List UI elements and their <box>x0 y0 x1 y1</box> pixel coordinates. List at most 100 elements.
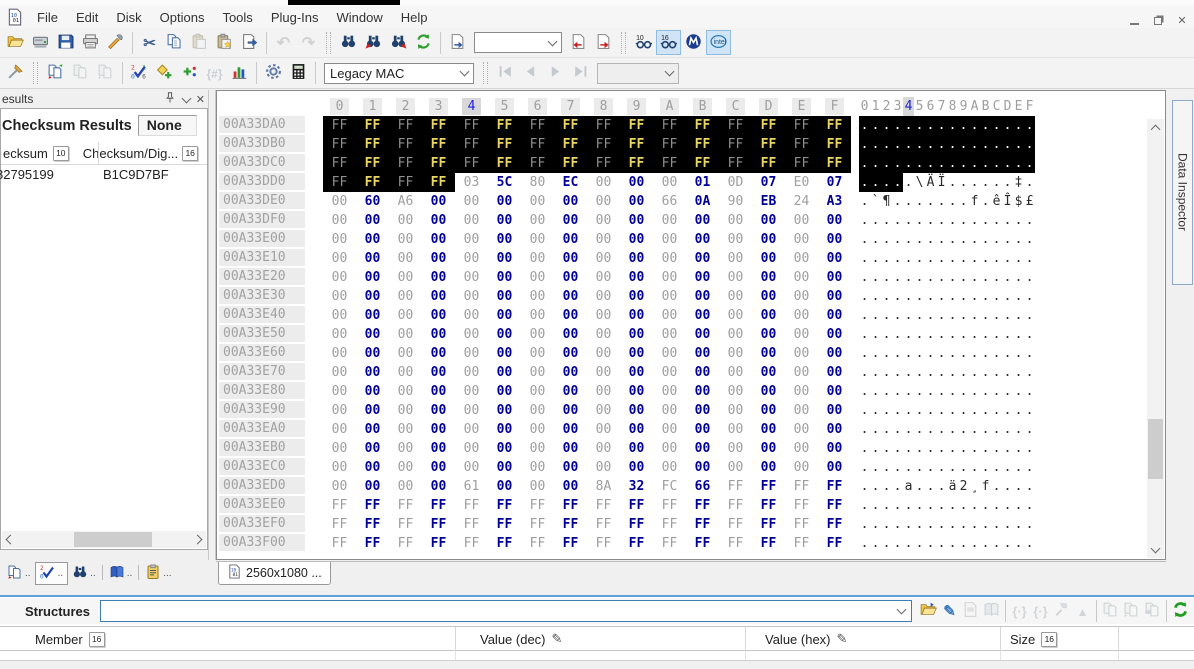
hex-byte[interactable]: 00 <box>422 439 455 458</box>
checksum-add-button[interactable] <box>152 61 177 86</box>
checksum-col-label[interactable]: ecksum <box>3 146 48 161</box>
ascii-col-header[interactable]: 6 <box>925 97 936 116</box>
ascii-char[interactable]: . <box>969 135 980 154</box>
hex-byte[interactable]: 00 <box>554 344 587 363</box>
hex-byte[interactable]: 5C <box>488 173 521 192</box>
ascii-char[interactable]: . <box>969 496 980 515</box>
ascii-char[interactable]: . <box>892 534 903 553</box>
intel-button[interactable]: intel <box>706 30 731 55</box>
ascii-char[interactable]: ` <box>870 192 881 211</box>
column-divider[interactable] <box>745 627 746 651</box>
hex-byte[interactable]: FF <box>356 173 389 192</box>
hex-byte[interactable]: 00 <box>818 325 851 344</box>
ascii-char[interactable]: . <box>925 363 936 382</box>
hex-byte[interactable]: FF <box>356 496 389 515</box>
hex-byte[interactable]: 00 <box>752 363 785 382</box>
ascii-char[interactable]: . <box>881 249 892 268</box>
hex-byte[interactable]: 00 <box>785 439 818 458</box>
hex-byte[interactable]: 00 <box>554 477 587 496</box>
ascii-char[interactable]: . <box>859 496 870 515</box>
view-doc-button[interactable] <box>960 600 981 623</box>
ascii-char[interactable]: . <box>925 116 936 135</box>
hex-byte[interactable]: 00 <box>554 458 587 477</box>
ascii-char[interactable]: . <box>991 306 1002 325</box>
find-button[interactable] <box>336 30 361 55</box>
ascii-char[interactable]: . <box>1013 458 1024 477</box>
add-item-button[interactable] <box>177 61 202 86</box>
ascii-char[interactable]: . <box>914 230 925 249</box>
hex-byte[interactable]: 00 <box>521 401 554 420</box>
ascii-char[interactable]: . <box>947 287 958 306</box>
ascii-char[interactable]: . <box>947 249 958 268</box>
hex-byte[interactable]: 00 <box>356 439 389 458</box>
column-divider[interactable] <box>1118 627 1119 651</box>
ascii-char[interactable]: . <box>1024 249 1035 268</box>
nav-prev-button[interactable] <box>518 61 543 86</box>
ascii-char[interactable]: . <box>1002 515 1013 534</box>
ascii-char[interactable]: . <box>947 496 958 515</box>
hex-byte[interactable]: 00 <box>389 477 422 496</box>
checksum-algorithm-value[interactable]: None <box>138 115 197 136</box>
hex-byte[interactable]: 00 <box>653 382 686 401</box>
stats-button[interactable] <box>227 61 252 86</box>
hex-byte[interactable]: FF <box>620 135 653 154</box>
hex-byte[interactable]: 00 <box>818 230 851 249</box>
ascii-col-header[interactable]: A <box>969 97 980 116</box>
hex-byte[interactable]: 00 <box>455 211 488 230</box>
ascii-char[interactable]: . <box>991 268 1002 287</box>
ascii-char[interactable]: . <box>881 154 892 173</box>
hex-byte[interactable]: 00 <box>587 458 620 477</box>
hex-byte[interactable]: 24 <box>785 192 818 211</box>
hex-byte[interactable]: 00 <box>488 249 521 268</box>
hex-byte[interactable]: FF <box>521 154 554 173</box>
hex-byte[interactable]: 00 <box>620 249 653 268</box>
hex-byte[interactable]: FF <box>620 515 653 534</box>
ascii-char[interactable]: . <box>925 477 936 496</box>
ascii-char[interactable]: . <box>1024 230 1035 249</box>
ascii-char[interactable]: $ <box>1013 192 1024 211</box>
ascii-char[interactable]: . <box>991 325 1002 344</box>
ascii-char[interactable]: . <box>903 458 914 477</box>
hex-byte[interactable]: 00 <box>686 287 719 306</box>
hex-byte[interactable]: 00 <box>422 192 455 211</box>
ascii-char[interactable]: . <box>1024 515 1035 534</box>
open-drive-button[interactable] <box>28 30 53 55</box>
ascii-char[interactable]: . <box>892 496 903 515</box>
hex-byte[interactable]: 00 <box>818 268 851 287</box>
hex-byte[interactable]: FF <box>719 135 752 154</box>
ascii-char[interactable]: ê <box>991 192 1002 211</box>
hex-byte[interactable]: 00 <box>356 458 389 477</box>
ascii-char[interactable]: . <box>947 135 958 154</box>
hex-byte[interactable]: FF <box>554 135 587 154</box>
ascii-char[interactable]: . <box>859 382 870 401</box>
goto-combo[interactable] <box>474 32 562 53</box>
ascii-char[interactable]: . <box>1002 534 1013 553</box>
column-divider[interactable] <box>1000 627 1001 651</box>
hex-byte[interactable]: 00 <box>653 249 686 268</box>
ascii-char[interactable]: . <box>892 363 903 382</box>
ascii-col-header[interactable]: E <box>1013 97 1024 116</box>
ascii-char[interactable]: . <box>914 249 925 268</box>
ascii-col-header[interactable]: 2 <box>881 97 892 116</box>
ascii-char[interactable]: . <box>892 173 903 192</box>
hex-col-header[interactable]: F <box>818 97 851 116</box>
ascii-char[interactable]: . <box>980 287 991 306</box>
hex-byte[interactable]: FF <box>818 135 851 154</box>
ascii-char[interactable]: . <box>991 382 1002 401</box>
ascii-char[interactable]: . <box>1013 154 1024 173</box>
ascii-char[interactable]: . <box>881 534 892 553</box>
hex-byte[interactable]: 00 <box>653 363 686 382</box>
ascii-char[interactable]: . <box>1002 116 1013 135</box>
ascii-char[interactable]: . <box>870 135 881 154</box>
hex-byte[interactable]: 00 <box>818 458 851 477</box>
hex-col-header[interactable]: D <box>752 97 785 116</box>
ascii-char[interactable]: . <box>936 477 947 496</box>
ascii-char[interactable]: . <box>980 268 991 287</box>
ascii-char[interactable]: . <box>947 420 958 439</box>
hex-byte[interactable]: 00 <box>818 420 851 439</box>
ascii-char[interactable]: . <box>980 116 991 135</box>
hex-byte[interactable]: 00 <box>620 420 653 439</box>
hex-byte[interactable]: 00 <box>620 287 653 306</box>
ascii-char[interactable]: . <box>947 534 958 553</box>
hex-byte[interactable]: 00 <box>521 325 554 344</box>
